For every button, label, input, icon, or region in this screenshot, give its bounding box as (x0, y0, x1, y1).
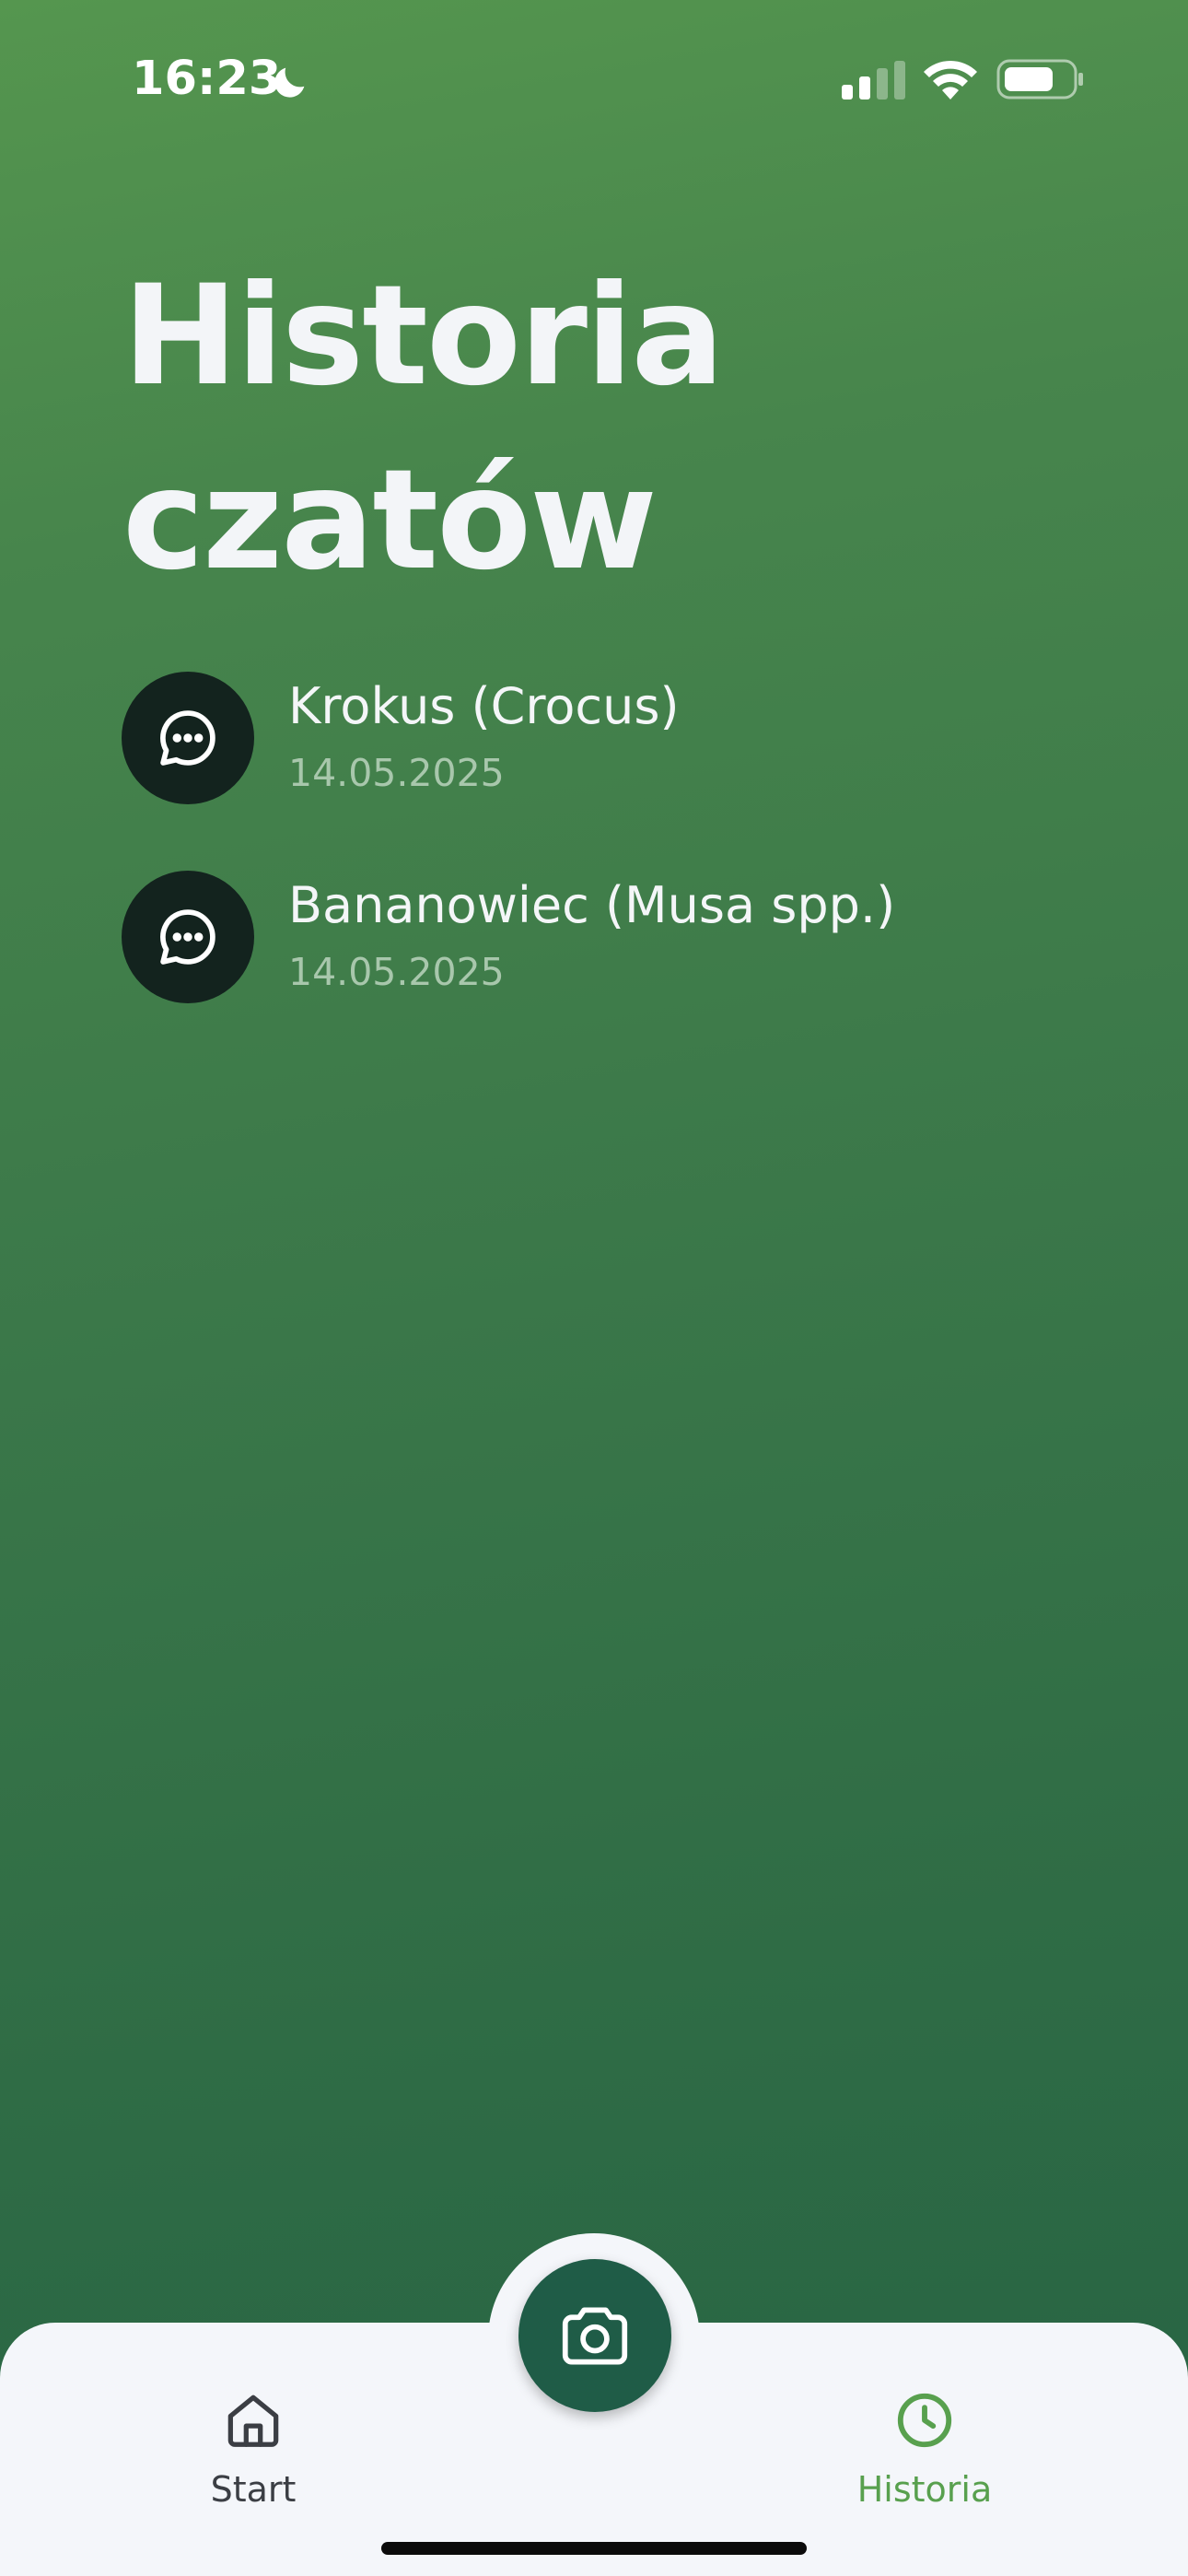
chat-list-item[interactable]: Bananowiec (Musa spp.) 14.05.2025 (122, 871, 1135, 1003)
chat-title: Krokus (Crocus) (288, 677, 680, 735)
chat-date: 14.05.2025 (288, 751, 505, 795)
status-time: 16:23 (132, 52, 282, 106)
chat-avatar (122, 871, 254, 1003)
wifi-icon (924, 60, 977, 100)
home-icon (227, 2395, 279, 2447)
cellular-signal-icon (842, 61, 905, 100)
moon-icon (274, 67, 305, 98)
chat-history-list: Krokus (Crocus) 14.05.2025 Bananowiec (M… (122, 672, 1135, 1070)
tab-history-label: Historia (856, 2469, 993, 2510)
chat-date: 14.05.2025 (288, 950, 505, 994)
tab-start[interactable]: Start (152, 2386, 355, 2534)
chat-bubble-icon (160, 909, 215, 965)
tab-start-label: Start (210, 2469, 297, 2510)
camera-button[interactable] (518, 2259, 671, 2412)
tab-history[interactable]: Historia (823, 2386, 1026, 2534)
camera-icon (562, 2307, 628, 2365)
home-indicator (381, 2542, 807, 2555)
page-title: Historia czatów (122, 256, 725, 601)
chat-avatar (122, 672, 254, 804)
status-bar: 16:23 (0, 0, 1188, 157)
clock-icon (897, 2393, 952, 2448)
chat-bubble-icon (160, 710, 215, 766)
battery-icon (996, 59, 1083, 100)
chat-list-item[interactable]: Krokus (Crocus) 14.05.2025 (122, 672, 1135, 804)
chat-title: Bananowiec (Musa spp.) (288, 876, 896, 934)
